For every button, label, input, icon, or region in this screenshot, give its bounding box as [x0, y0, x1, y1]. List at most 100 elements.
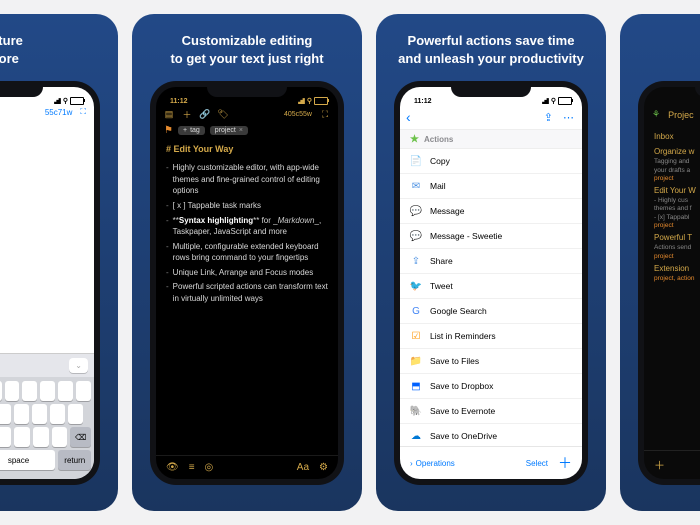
action-bottom-bar: › Operations Select ＋ — [400, 446, 582, 479]
editor-line: -Powerful scripted actions can transform… — [166, 281, 328, 304]
share-icon[interactable]: ⇪ — [544, 111, 553, 124]
add-action-button[interactable]: ＋ — [558, 453, 572, 473]
library-bottom-bar: ＋ ⚗ ⇅ — [644, 450, 700, 479]
tree-item-snippet: Tagging and your drafts a — [654, 158, 700, 175]
arrange-icon[interactable]: ≡ — [189, 462, 195, 473]
action-label: Google Search — [430, 306, 487, 316]
editor-body[interactable]: text. r on Apple to grab ud Drive, nd mo… — [0, 119, 94, 221]
action-icon: ⬒ — [410, 380, 422, 392]
keyboard[interactable]: ⇧⌫ 123 🌐 🎤 space return — [0, 377, 94, 479]
action-label: Save to Dropbox — [430, 381, 493, 391]
action-item[interactable]: ⬒ Save to Dropbox — [400, 374, 582, 399]
appearance-button[interactable]: Aa — [297, 462, 309, 473]
action-icon: ☁︎ — [410, 430, 422, 442]
screenshot-panel-4: Tagging keep ev ⚘ Projec InboxOrganize w… — [620, 14, 700, 511]
tag-chip[interactable]: project × — [210, 126, 248, 135]
space-key[interactable]: space — [0, 450, 55, 470]
more-icon[interactable]: ⋯ — [563, 111, 574, 124]
doc-code: 405c55w — [284, 111, 312, 118]
action-label: Save to Evernote — [430, 406, 495, 416]
phone-frame: ⚘ Projec InboxOrganize wTagging and your… — [638, 81, 700, 485]
tag-row: ⚑ + tag project × — [156, 125, 338, 141]
action-item[interactable]: 💬Message - Sweetie — [400, 224, 582, 249]
add-button[interactable]: ＋ — [654, 457, 665, 473]
doc-code: 55c71w — [45, 108, 73, 117]
tag-chip[interactable]: + tag — [178, 126, 205, 135]
action-icon: ✉︎ — [410, 180, 422, 192]
phone-frame: 11:12 ⚲ ▤ ＋ 🔗 🏷 405c55w ⛶ ⚑ + tag projec… — [150, 81, 344, 485]
status-bar — [644, 87, 700, 105]
action-label: Save to OneDrive — [430, 431, 497, 441]
action-label: Mail — [430, 181, 446, 191]
action-item[interactable]: ☁︎ Save to OneDrive — [400, 424, 582, 446]
action-item[interactable]: 💬 Message — [400, 199, 582, 224]
editor-line: -Multiple, configurable extended keyboar… — [166, 241, 328, 264]
tag-icon[interactable]: 🏷 — [218, 109, 228, 119]
focus-icon[interactable]: ◎ — [205, 462, 214, 473]
section-header: ★ Actions — [400, 129, 582, 149]
keyboard-accessory: ‹ › Quo ⌄ — [0, 353, 94, 377]
editor-bottom-bar: 👁 ≡ ◎ Aa ⚙ — [156, 455, 338, 479]
return-key[interactable]: return — [58, 450, 91, 470]
project-label[interactable]: Projec — [668, 110, 694, 120]
expand-icon[interactable]: ⛶ — [80, 107, 86, 117]
tagline-2: Customizable editing to get your text ju… — [160, 32, 333, 81]
tree-item-snippet: - Highly cus themes and f - [x] Tappabl — [654, 197, 700, 222]
action-icon: ☑︎ — [410, 330, 422, 342]
action-label: Share — [430, 256, 453, 266]
operations-button[interactable]: › Operations — [410, 459, 455, 468]
drafts-icon[interactable]: ▤ — [164, 109, 174, 119]
flag-icon[interactable]: ⚑ — [164, 125, 173, 136]
tagline-3: Powerful actions save time and unleash y… — [388, 32, 594, 81]
action-label: Save to Files — [430, 356, 479, 366]
tree-item-tag: project — [654, 222, 700, 229]
editor-line: -[ x ] Tappable task marks — [166, 200, 328, 212]
tree-item-snippet: Actions send — [654, 244, 700, 252]
tree-group-title[interactable]: Powerful T — [654, 229, 700, 244]
action-label: Copy — [430, 156, 450, 166]
nav-bar: ‹ ⇪ ⋯ — [400, 105, 582, 129]
library-nav: ⚘ Projec — [644, 105, 700, 124]
editor-line: -Highly customizable editor, with app-wi… — [166, 162, 328, 197]
star-icon: ★ — [410, 134, 419, 145]
action-item[interactable]: ✉︎ Mail — [400, 174, 582, 199]
phone-frame: 11:12 ⚲ ‹ ⇪ ⋯ ★ Actions 📄Copy✉︎Mail💬Mess… — [394, 81, 588, 485]
action-item[interactable]: 🐦Tweet — [400, 274, 582, 299]
tree-item-tag: project — [654, 175, 700, 182]
heading: # Edit Your Way — [166, 143, 328, 156]
action-item[interactable]: ☑︎ List in Reminders — [400, 324, 582, 349]
tree-group-title[interactable]: Edit Your W — [654, 182, 700, 197]
link-icon[interactable]: 🔗 — [200, 109, 210, 119]
preview-icon[interactable]: 👁 — [166, 462, 179, 473]
draft-tree: InboxOrganize wTagging and your drafts a… — [644, 124, 700, 286]
tagline-1: apture more — [0, 32, 33, 81]
screenshot-panel-1: apture more ⚲ 55c71w ⛶ text. r on Apple … — [0, 14, 118, 511]
tree-group-title[interactable]: Organize w — [654, 143, 700, 158]
tree-icon[interactable]: ⚘ — [652, 109, 660, 120]
new-draft-icon[interactable]: ＋ — [182, 109, 192, 119]
action-icon: 📄 — [410, 155, 422, 167]
action-item[interactable]: 📄 Copy — [400, 149, 582, 174]
action-icon: G — [410, 305, 422, 317]
action-item[interactable]: ⇪ Share — [400, 249, 582, 274]
action-label: List in Reminders — [430, 331, 496, 341]
tree-group-title[interactable]: Extension — [654, 260, 700, 275]
tree-item-tag: project — [654, 253, 700, 260]
action-item[interactable]: 🐘Save to Evernote — [400, 399, 582, 424]
editor-toolbar: ▤ ＋ 🔗 🏷 405c55w ⛶ — [156, 105, 338, 125]
screenshot-panel-2: Customizable editing to get your text ju… — [132, 14, 362, 511]
tree-group-title[interactable]: Inbox — [654, 128, 700, 143]
action-label: Message — [430, 206, 465, 216]
tree-item-tag: project, action — [654, 275, 700, 282]
action-item[interactable]: G Google Search — [400, 299, 582, 324]
action-icon: ⇪ — [410, 255, 422, 267]
select-button[interactable]: Select — [526, 459, 548, 468]
settings-icon[interactable]: ⚙ — [319, 462, 328, 473]
editor-body[interactable]: # Edit Your Way -Highly customizable edi… — [156, 141, 338, 314]
action-icon: 💬 — [410, 205, 422, 217]
expand-icon[interactable]: ⛶ — [320, 109, 330, 119]
action-icon: 📁 — [410, 355, 422, 367]
back-button[interactable]: ‹ — [406, 109, 411, 125]
action-item[interactable]: 📁 Save to Files — [400, 349, 582, 374]
dismiss-keyboard-icon[interactable]: ⌄ — [69, 358, 88, 373]
